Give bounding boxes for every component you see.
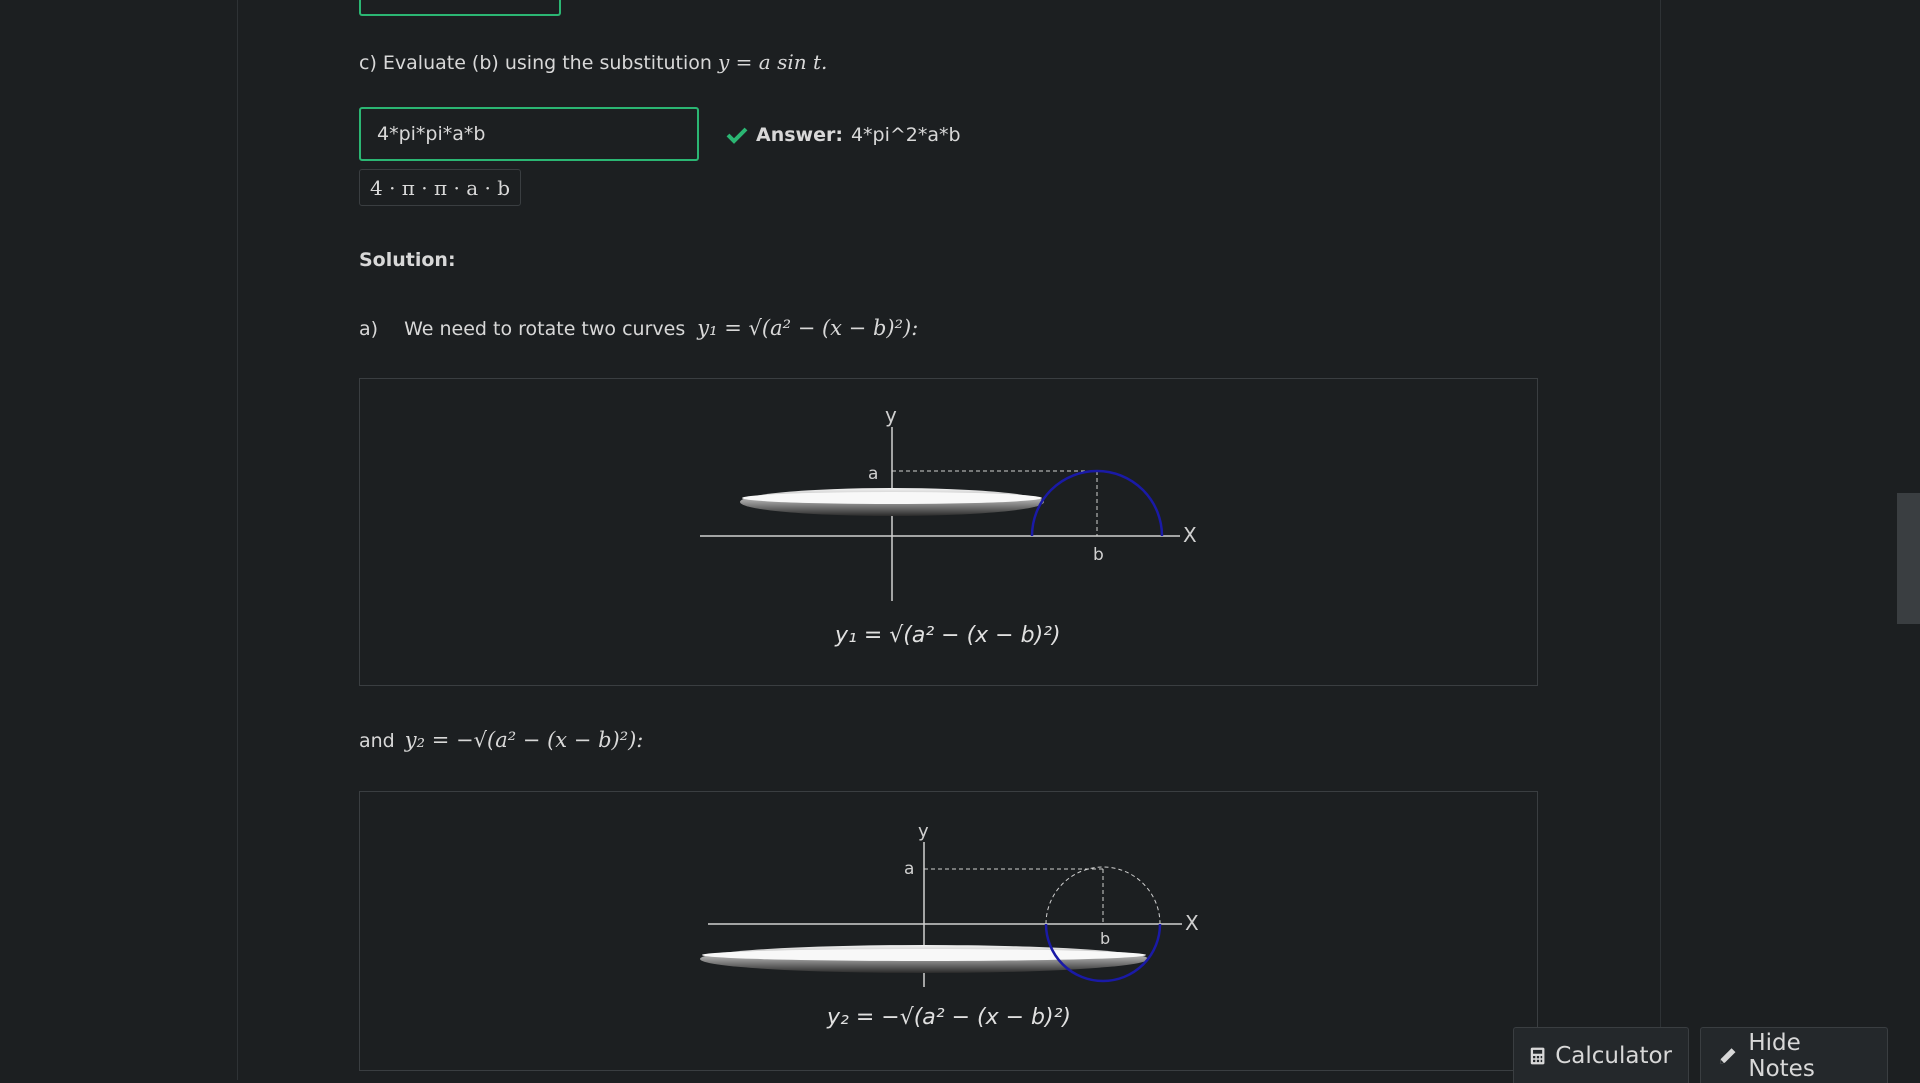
- solution-a-text: We need to rotate two curves: [404, 318, 686, 340]
- x-axis-label: X: [1185, 911, 1199, 935]
- answer-label: Answer:: [756, 124, 843, 146]
- content-right-border: [1660, 0, 1661, 1080]
- part-c-label: c) Evaluate (b) using the substitution: [359, 52, 712, 74]
- rotated-disk-rim: [702, 949, 1146, 961]
- rotated-disk-rim: [742, 492, 1042, 504]
- previous-answer-input[interactable]: [359, 0, 561, 16]
- y-axis-label: y: [918, 821, 929, 842]
- dashed-upper-semicircle: [1045, 866, 1161, 925]
- scrollbar-thumb[interactable]: [1897, 493, 1920, 624]
- hide-notes-button[interactable]: Hide Notes: [1700, 1027, 1888, 1083]
- y-axis-label: y: [885, 403, 897, 427]
- and-text: and: [359, 730, 395, 752]
- calculator-icon: [1530, 1047, 1545, 1064]
- b-tick-label: b: [1093, 545, 1104, 565]
- solution-a-line: a) We need to rotate two curves y₁ = √(a…: [359, 316, 918, 340]
- content-left-border: [237, 0, 238, 1080]
- answer-value: 4*pi^2*a*b: [850, 124, 961, 146]
- figure-1-svg: y X a b y₁ = √(a² − (x − b)²): [700, 403, 1197, 648]
- calculator-label: Calculator: [1555, 1042, 1672, 1069]
- calculator-button[interactable]: Calculator: [1513, 1027, 1689, 1083]
- figure-2: y X a b y₂ = −√(a² − (x − b)²): [359, 791, 1538, 1071]
- a-tick-label: a: [868, 464, 878, 484]
- solution-and-line: and y₂ = −√(a² − (x − b)²):: [359, 728, 643, 752]
- checkmark-icon: [726, 127, 748, 144]
- curve2-formula: y₂ = −√(a² − (x − b)²):: [404, 728, 644, 752]
- part-c-math: y = a sin t.: [718, 50, 828, 74]
- curve1-formula: y₁ = √(a² − (x − b)²):: [697, 316, 919, 340]
- figure-1-caption: y₁ = √(a² − (x − b)²): [834, 623, 1061, 648]
- solution-a-label: a): [359, 318, 379, 340]
- pencil-icon: [1719, 1047, 1736, 1064]
- answer-feedback: Answer: 4*pi^2*a*b: [726, 124, 961, 146]
- answer-input[interactable]: [359, 107, 699, 161]
- figure-2-svg: y X a b y₂ = −√(a² − (x − b)²): [700, 821, 1199, 1030]
- figure-1: y X a b y₁ = √(a² − (x − b)²): [359, 378, 1538, 686]
- answer-preview: 4 · π · π · a · b: [359, 169, 522, 206]
- figure-2-caption: y₂ = −√(a² − (x − b)²): [826, 1005, 1071, 1030]
- x-axis-label: X: [1183, 523, 1197, 547]
- solution-heading: Solution:: [359, 249, 456, 271]
- b-tick-label: b: [1100, 929, 1110, 948]
- hide-notes-label: Hide Notes: [1748, 1029, 1815, 1082]
- a-tick-label: a: [904, 859, 914, 879]
- part-c-question: c) Evaluate (b) using the substitution y…: [359, 50, 827, 74]
